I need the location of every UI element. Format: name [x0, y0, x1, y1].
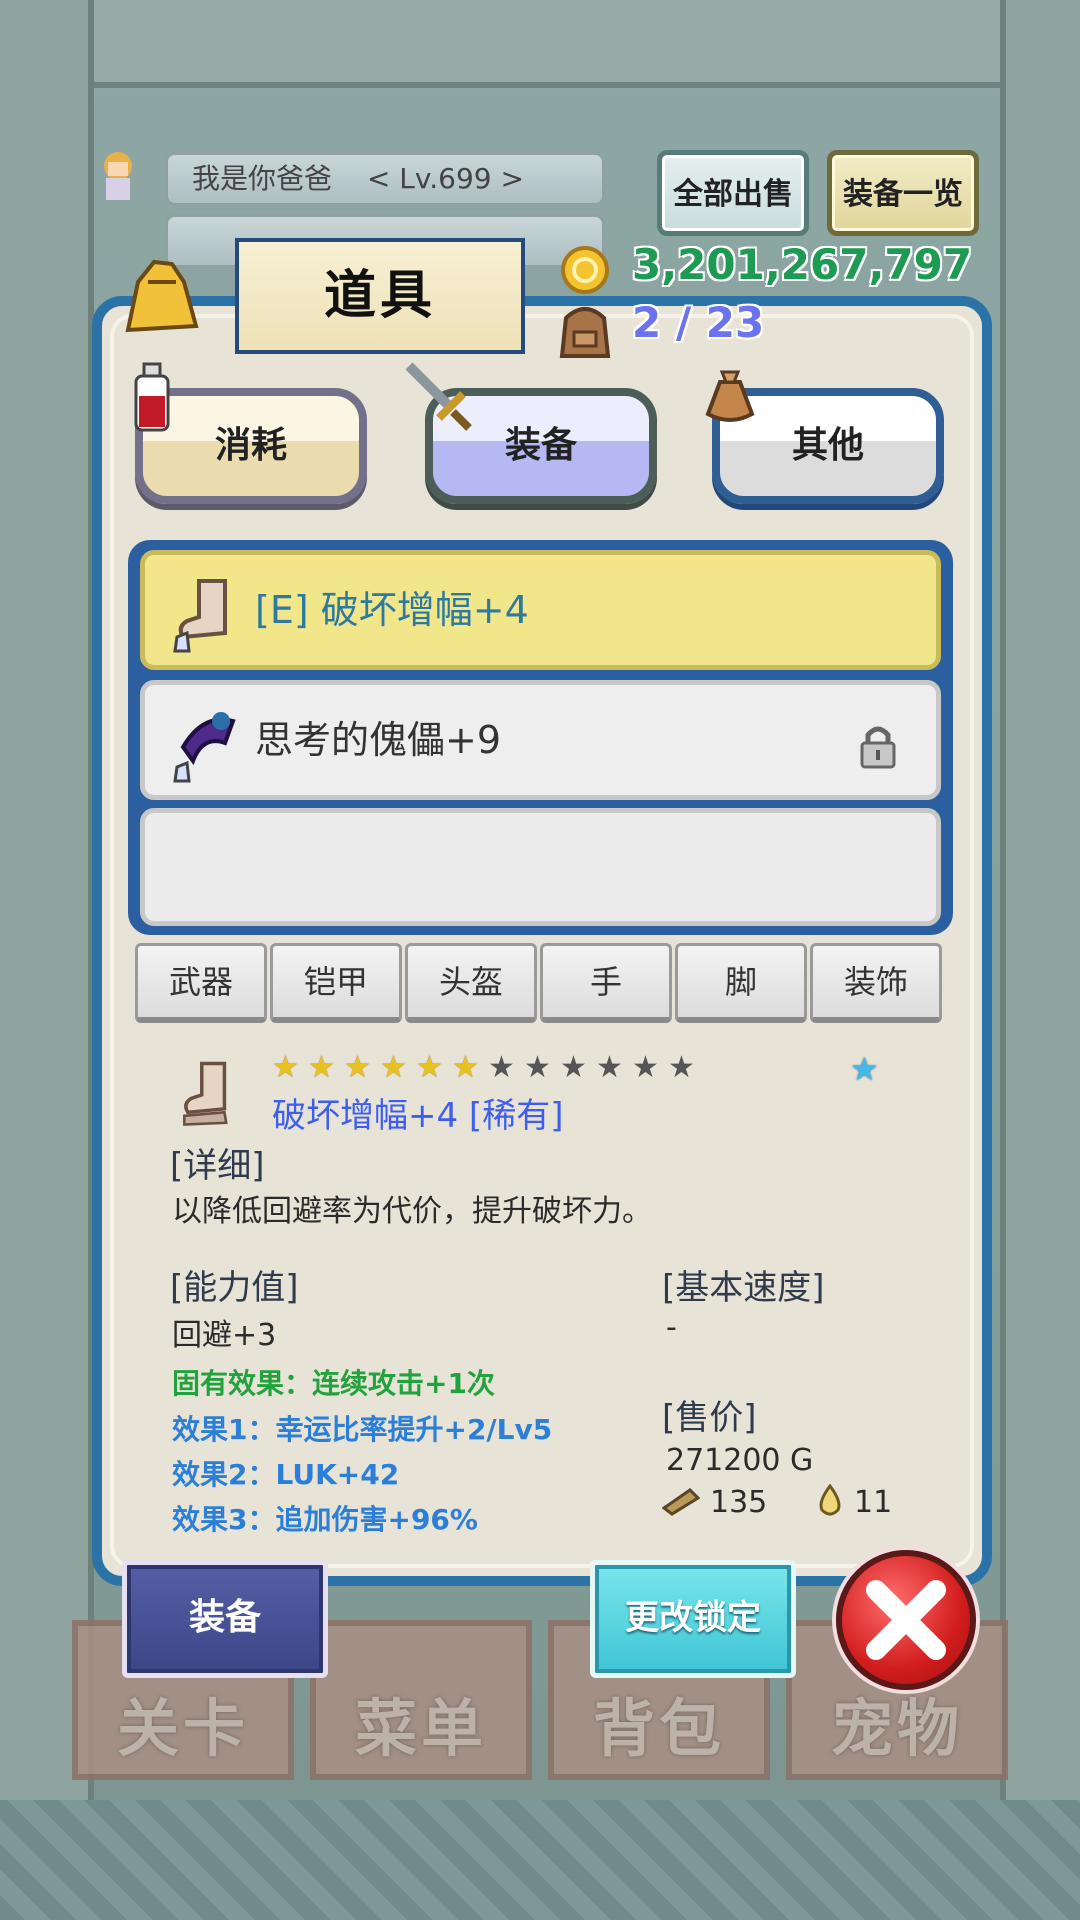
effect-1: 效果1：幸运比率提升+2/Lv5 [172, 1413, 553, 1446]
material-wood-count: 135 [710, 1485, 768, 1520]
bag-icon [125, 259, 199, 333]
price-value: 271200 G [666, 1443, 814, 1478]
item-slot-selected[interactable]: [E] 破坏增幅+4 [140, 550, 941, 670]
filter-helmet[interactable]: 头盔 [405, 943, 537, 1023]
material-drop-count: 11 [854, 1485, 893, 1520]
equip-button[interactable]: 装备 [122, 1560, 328, 1678]
inventory-capacity: 2 / 23 [632, 298, 765, 347]
player-name: 我是你爸爸 [192, 162, 333, 195]
rarity-star-empty-icon: ★ [632, 1050, 659, 1085]
filter-hand[interactable]: 手 [540, 943, 672, 1023]
item-description: 以降低回避率为代价，提升破坏力。 [172, 1194, 652, 1229]
speed-header: [基本速度] [662, 1268, 825, 1308]
puppet-icon [173, 712, 236, 783]
nav-bag-label: 背包 [592, 1692, 725, 1765]
gold-amount: 3,201,267,797 [632, 240, 973, 289]
selected-item-title: 破坏增幅+4 [稀有] [272, 1096, 564, 1136]
filter-weapon[interactable]: 武器 [135, 943, 267, 1023]
nav-menu[interactable]: 菜单 [310, 1620, 532, 1780]
speed-value: - [666, 1310, 677, 1345]
boot-icon [173, 579, 227, 653]
rarity-star-filled-icon: ★ [272, 1050, 299, 1085]
price-header: [售价] [662, 1398, 757, 1438]
item-slot[interactable]: 思考的傀儡+9 [140, 680, 941, 800]
filter-armor[interactable]: 铠甲 [270, 943, 402, 1023]
gold-coin-icon [561, 246, 609, 294]
favorite-star-icon[interactable]: ★ [850, 1050, 879, 1088]
backpack-icon [559, 307, 611, 358]
nav-menu-label: 菜单 [354, 1692, 487, 1765]
item-slot-empty[interactable] [140, 808, 941, 926]
wall-top [0, 0, 1080, 88]
effect-2: 效果2：LUK+42 [172, 1458, 400, 1491]
potion-icon [134, 362, 170, 432]
item-name: 思考的傀儡+9 [255, 718, 502, 762]
rarity-star-filled-icon: ★ [380, 1050, 407, 1085]
stats-header: [能力值] [170, 1268, 299, 1308]
panel-title: 道具 [235, 238, 525, 354]
toggle-lock-button[interactable]: 更改锁定 [590, 1560, 796, 1678]
rarity-star-filled-icon: ★ [344, 1050, 371, 1085]
rarity-star-empty-icon: ★ [524, 1050, 551, 1085]
close-button[interactable] [836, 1550, 976, 1690]
rarity-star-filled-icon: ★ [416, 1050, 443, 1085]
item-list: [E] 破坏增幅+4 思考的傀儡+9 [128, 540, 953, 935]
stat-evasion: 回避+3 [172, 1318, 277, 1353]
filter-foot[interactable]: 脚 [675, 943, 807, 1023]
rarity-star-empty-icon: ★ [668, 1050, 695, 1085]
filter-accessory[interactable]: 装饰 [810, 943, 942, 1023]
inherent-effect: 固有效果：连续攻击+1次 [172, 1367, 495, 1400]
left-pillar [0, 0, 94, 1800]
rarity-star-empty-icon: ★ [560, 1050, 587, 1085]
lock-icon [860, 726, 896, 769]
rarity-star-empty-icon: ★ [488, 1050, 515, 1085]
item-name: [E] 破坏增幅+4 [255, 588, 529, 632]
equipment-list-button[interactable]: 装备一览 [827, 150, 979, 236]
detail-header: [详细] [170, 1146, 265, 1186]
wood-material-icon [662, 1488, 700, 1516]
rarity-star-empty-icon: ★ [596, 1050, 623, 1085]
sword-icon [405, 362, 472, 431]
close-x-icon [866, 1580, 946, 1660]
nav-pet-label: 宠物 [830, 1692, 963, 1765]
selected-item-boot-icon [183, 1061, 228, 1126]
rarity-star-filled-icon: ★ [452, 1050, 479, 1085]
player-avatar-icon [104, 152, 132, 200]
money-pouch-icon [705, 370, 755, 422]
water-drop-icon [819, 1484, 841, 1516]
right-pillar [1000, 0, 1080, 1800]
effect-3: 效果3：追加伤害+96% [172, 1503, 478, 1536]
sell-all-button[interactable]: 全部出售 [657, 150, 809, 236]
rarity-star-filled-icon: ★ [308, 1050, 335, 1085]
player-name-bar: 我是你爸爸 < Lv.699 > [165, 152, 605, 206]
equipment-filter-tabs: 武器 铠甲 头盔 手 脚 装饰 [135, 943, 945, 1025]
nav-stage-label: 关卡 [116, 1692, 249, 1765]
player-level: < Lv.699 > [366, 162, 524, 195]
floor-pattern [0, 1800, 1080, 1920]
